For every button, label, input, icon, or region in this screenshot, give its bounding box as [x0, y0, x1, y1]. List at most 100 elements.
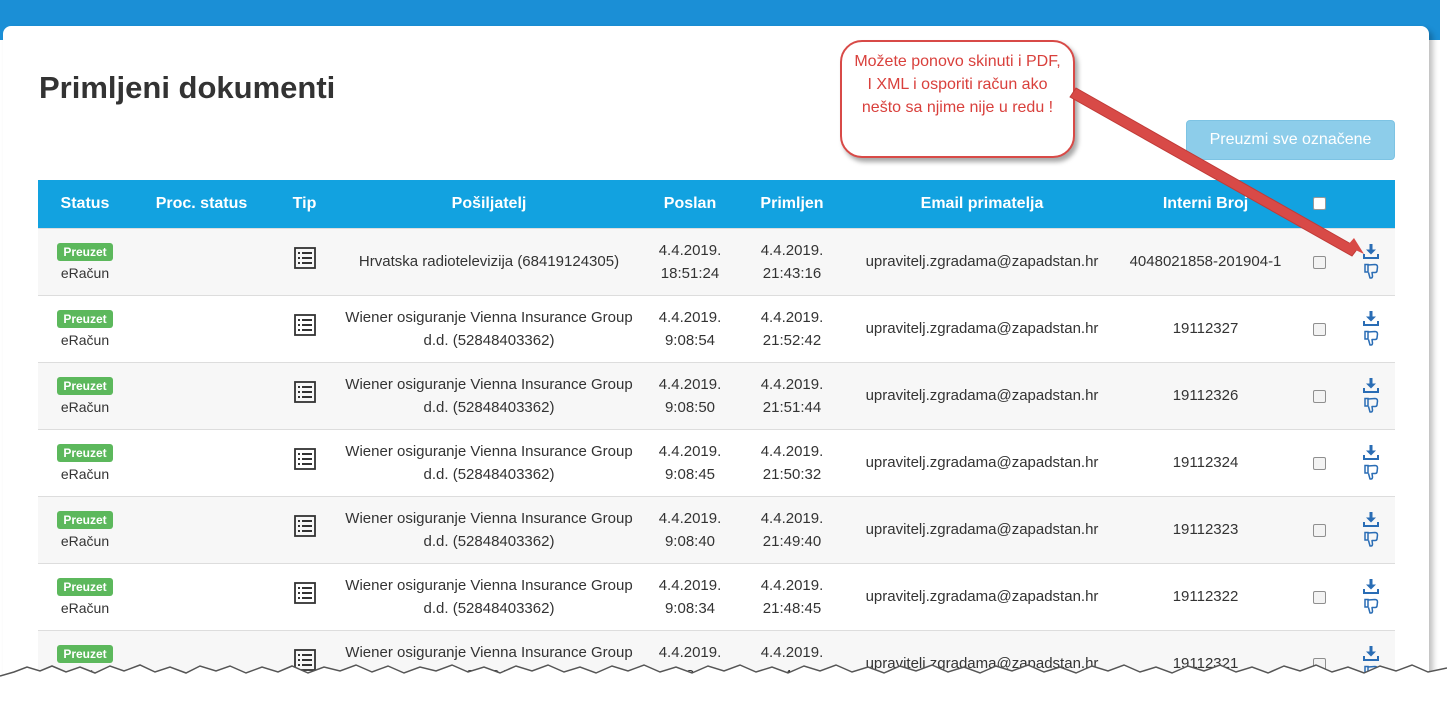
row-checkbox[interactable]: [1312, 456, 1326, 470]
thumbs-down-icon[interactable]: [1363, 330, 1379, 346]
column-header-type[interactable]: Tip: [271, 180, 338, 228]
document-list-icon: [293, 381, 316, 403]
thumbs-down-icon[interactable]: [1363, 665, 1379, 681]
sent-cell: 4.4.2019. 9:08:40: [640, 495, 740, 563]
select-cell: [1291, 428, 1347, 496]
internal-number-cell: 19112327: [1120, 294, 1291, 362]
documents-table: Status Proc. status Tip Pošiljatelj Posl…: [38, 180, 1395, 697]
sender-cell: Wiener osiguranje Vienna Insurance Group…: [338, 629, 640, 697]
thumbs-down-icon[interactable]: [1363, 397, 1379, 413]
email-cell: upravitelj.zgradama@zapadstan.hr: [844, 428, 1120, 496]
download-icon[interactable]: [1363, 445, 1379, 460]
column-header-received[interactable]: Primljen: [740, 180, 844, 228]
row-checkbox[interactable]: [1312, 590, 1326, 604]
sent-date: 4.4.2019.: [658, 643, 722, 661]
download-icon[interactable]: [1363, 512, 1379, 527]
status-cell: Preuzet eRačun: [38, 294, 132, 362]
table-row[interactable]: Preuzet eRačun Wiener osiguranje Vienna In…: [38, 361, 1395, 429]
select-cell: [1291, 227, 1347, 295]
email-cell: upravitelj.zgradama@zapadstan.hr: [844, 629, 1120, 697]
sent-time: 9:08:54: [664, 331, 716, 349]
table-row[interactable]: Preuzet eRačun Wiener osiguranje Vienna In…: [38, 562, 1395, 630]
proc-status-cell: [132, 629, 271, 697]
sent-date: 4.4.2019.: [658, 576, 722, 594]
column-header-proc-status[interactable]: Proc. status: [132, 180, 271, 228]
download-icon[interactable]: [1363, 244, 1379, 259]
thumbs-down-icon[interactable]: [1363, 263, 1379, 279]
table-row[interactable]: Preuzet eRačun Wiener osiguranje Vienna In…: [38, 629, 1395, 697]
sent-date: 4.4.2019.: [658, 442, 722, 460]
thumbs-down-icon[interactable]: [1363, 464, 1379, 480]
type-cell: [271, 361, 338, 429]
proc-status-cell: [132, 562, 271, 630]
status-text: eRačun: [60, 332, 110, 348]
actions-cell: [1347, 361, 1395, 429]
document-list-icon: [293, 649, 316, 672]
select-cell: [1291, 562, 1347, 630]
table-row[interactable]: Preuzet eRačun Wiener osiguranje Vienna In…: [38, 495, 1395, 563]
received-date: 4.4.2019.: [760, 241, 824, 259]
actions-header: [1347, 180, 1395, 228]
received-cell: 4.4.2019. 21:43:16: [740, 227, 844, 295]
sender-cell: Wiener osiguranje Vienna Insurance Group…: [338, 361, 640, 429]
status-cell: Preuzet eRačun: [38, 428, 132, 496]
row-checkbox[interactable]: [1312, 657, 1326, 671]
download-icon[interactable]: [1363, 646, 1379, 662]
table-row[interactable]: Preuzet eRačun Hrvatska radiotelevizija (6…: [38, 227, 1395, 295]
sent-date: 4.4.2019.: [658, 509, 722, 527]
thumbs-down-icon[interactable]: [1363, 598, 1379, 614]
download-icon[interactable]: [1363, 311, 1379, 326]
select-all-checkbox[interactable]: [1312, 197, 1326, 211]
status-text: eRačun: [60, 265, 110, 281]
email-cell: upravitelj.zgradama@zapadstan.hr: [844, 294, 1120, 362]
received-time: 21:50:32: [762, 465, 822, 483]
row-checkbox[interactable]: [1312, 523, 1326, 537]
type-cell: [271, 428, 338, 496]
sender-cell: Wiener osiguranje Vienna Insurance Group…: [338, 428, 640, 496]
received-cell: 4.4.2019. 21:52:42: [740, 294, 844, 362]
sender-cell: Wiener osiguranje Vienna Insurance Group…: [338, 562, 640, 630]
thumbs-down-icon[interactable]: [1363, 531, 1379, 547]
sent-cell: 4.4.2019. 9:08:45: [640, 428, 740, 496]
table-row[interactable]: Preuzet eRačun Wiener osiguranje Vienna In…: [38, 294, 1395, 362]
download-icon[interactable]: [1363, 378, 1379, 393]
status-text: eRačun: [60, 399, 110, 415]
row-checkbox[interactable]: [1312, 389, 1326, 403]
status-badge: Preuzet: [57, 377, 113, 395]
received-date: 4.4.2019.: [760, 576, 824, 594]
document-list-icon: [293, 247, 316, 269]
actions-cell: [1347, 495, 1395, 563]
sender-cell: Wiener osiguranje Vienna Insurance Group…: [338, 495, 640, 563]
sent-time: 9:08:34: [664, 599, 716, 617]
sent-time: 18:51:24: [660, 264, 720, 282]
received-cell: 4.4.2019. 21:49:40: [740, 495, 844, 563]
row-checkbox[interactable]: [1312, 255, 1326, 269]
email-cell: upravitelj.zgradama@zapadstan.hr: [844, 562, 1120, 630]
received-time: 21:51:44: [762, 398, 822, 416]
callout-note: Možete ponovo skinuti i PDF, I XML i osp…: [840, 40, 1075, 158]
status-text: eRačun: [60, 600, 110, 616]
select-cell: [1291, 294, 1347, 362]
column-header-status[interactable]: Status: [38, 180, 132, 228]
status-text: eRačun: [60, 667, 110, 684]
status-text: eRačun: [60, 533, 110, 549]
status-badge: Preuzet: [57, 444, 113, 462]
column-header-sender[interactable]: Pošiljatelj: [338, 180, 640, 228]
column-header-email[interactable]: Email primatelja: [844, 180, 1120, 228]
actions-cell: [1347, 629, 1395, 697]
internal-number-cell: 19112322: [1120, 562, 1291, 630]
actions-cell: [1347, 294, 1395, 362]
sent-cell: 4.4.2019. 9:08:54: [640, 294, 740, 362]
table-row[interactable]: Preuzet eRačun Wiener osiguranje Vienna In…: [38, 428, 1395, 496]
internal-number-cell: 19112324: [1120, 428, 1291, 496]
download-selected-button[interactable]: Preuzmi sve označene: [1186, 120, 1395, 160]
download-icon[interactable]: [1363, 579, 1379, 594]
sent-date: 4.4.2019.: [658, 241, 722, 259]
sent-cell: 4.4.2019. 18:51:24: [640, 227, 740, 295]
row-checkbox[interactable]: [1312, 322, 1326, 336]
sent-time: 9:08:50: [664, 398, 716, 416]
column-header-sent[interactable]: Poslan: [640, 180, 740, 228]
sent-time: 9:08:45: [664, 465, 716, 483]
column-header-internal-number[interactable]: Interni Broj: [1120, 180, 1291, 228]
status-cell: Preuzet eRačun: [38, 227, 132, 295]
